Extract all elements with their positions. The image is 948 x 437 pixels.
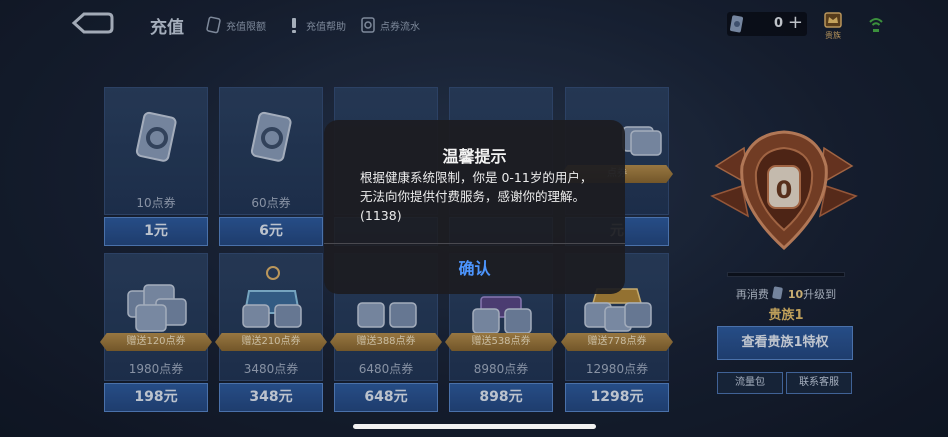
dialog-message: 根据健康系统限制，你是 0-11岁的用户，无法向你提供付费服务，感谢你的理解。(… (360, 170, 593, 223)
confirm-button[interactable]: 确认 (324, 244, 625, 294)
home-indicator[interactable] (353, 424, 596, 429)
dialog-title: 温馨提示 (442, 147, 507, 166)
alert-dialog: 温馨提示 根据健康系统限制，你是 0-11岁的用户，无法向你提供付费服务，感谢你… (324, 120, 625, 294)
